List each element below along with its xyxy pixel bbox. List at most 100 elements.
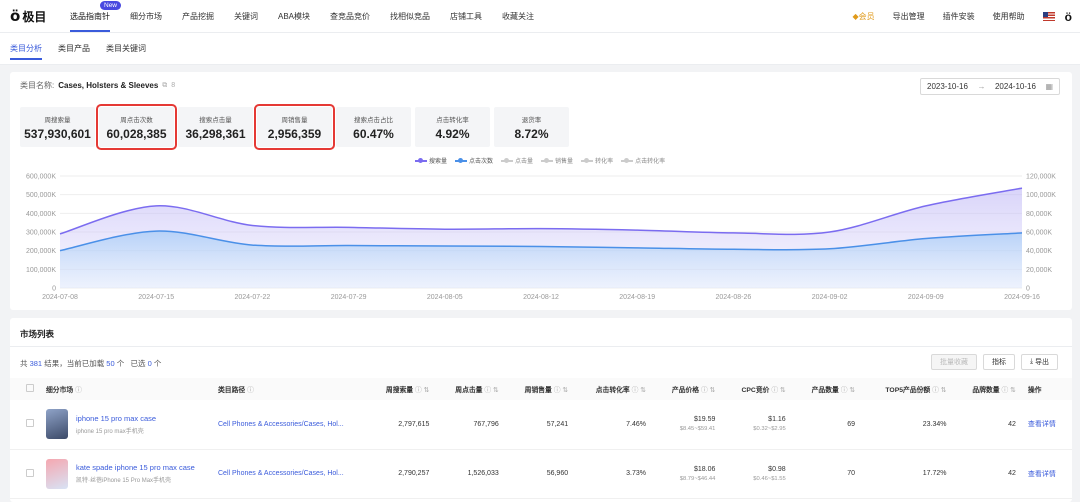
category-path-link[interactable]: Cell Phones & Accessories/Cases, Hol... [212, 400, 366, 450]
col-weekly-clicks[interactable]: 周点击量 ⓘ ⇅ [435, 378, 504, 400]
calendar-icon[interactable]: ▦ [1045, 82, 1053, 91]
metric-return-rate[interactable]: 退货率 8.72% [494, 107, 569, 147]
user-avatar[interactable]: ö [1065, 10, 1072, 24]
x-tick-label: 2024-08-12 [523, 294, 559, 301]
legend-item[interactable]: 搜索量 [415, 156, 447, 165]
logo-mark: ö [10, 7, 21, 25]
nav-item-favorites[interactable]: 收藏关注 [502, 0, 534, 32]
view-details-link[interactable]: 查看详情 [1021, 400, 1072, 450]
col-weekly-sales[interactable]: 周销售量 ⓘ ⇅ [505, 378, 574, 400]
category-value: Cases, Holsters & Sleeves [58, 81, 159, 90]
sort-icon[interactable]: ⓘ ⇅ [771, 387, 785, 394]
product-thumbnail[interactable] [46, 458, 68, 489]
col-label: 产品价格 [671, 387, 700, 394]
legend-swatch [415, 157, 427, 163]
legend-swatch [501, 157, 514, 163]
product-thumbnail[interactable] [46, 409, 68, 440]
plugin-install-link[interactable]: 插件安装 [943, 11, 975, 22]
row-checkbox[interactable] [26, 468, 34, 477]
sort-icon[interactable]: ⓘ ⇅ [841, 387, 855, 394]
metric-value: 8.72% [514, 127, 549, 141]
weekly-sales-cell: 56,960 [504, 449, 575, 499]
copy-icon[interactable]: ⧉ [162, 82, 167, 90]
sort-icon[interactable]: ⓘ ⇅ [701, 387, 715, 394]
nav-item-aba[interactable]: ABA模块 [278, 0, 310, 32]
col-click-conversion[interactable]: 点击转化率 ⓘ ⇅ [574, 378, 652, 400]
select-all-checkbox-cell[interactable] [10, 378, 40, 400]
metric-label: 点击转化率 [436, 117, 469, 124]
help-icon[interactable]: ⓘ [247, 387, 254, 394]
col-segment[interactable]: 细分市场 ⓘ [40, 378, 212, 400]
category-path-link[interactable]: Cell Phones & Accessories/Cases, Hol... [212, 449, 366, 499]
vip-link[interactable]: ◆会员 [853, 11, 875, 22]
legend-item[interactable]: 销售量 [541, 156, 573, 165]
legend-item[interactable]: 点击次数 [455, 156, 493, 165]
legend-label: 点击次数 [469, 159, 494, 165]
table-row[interactable]: kate spade iphone 15 pro max case 凯特·丝蓓i… [10, 449, 1072, 499]
export-manage-link[interactable]: 导出管理 [893, 11, 925, 22]
summary-prefix: 共 [20, 359, 28, 368]
nav-item-product-guide[interactable]: 选品指南针 New [70, 0, 122, 32]
segment-name-link[interactable]: iphone 15 pro max case [76, 414, 156, 423]
col-brand-count[interactable]: 品牌数量 ⓘ ⇅ [953, 378, 1022, 400]
app-logo[interactable]: ö 极目 [10, 7, 62, 25]
summary-mid: 结果，当前已加载 [44, 359, 105, 368]
metric-weekly-clicks[interactable]: 周点击次数 60,028,385 [96, 104, 177, 150]
sort-icon[interactable]: ⓘ ⇅ [554, 387, 568, 394]
nav-item-keywords[interactable]: 关键词 [234, 0, 258, 32]
col-product-count[interactable]: 产品数量 ⓘ ⇅ [792, 378, 861, 400]
batch-favorite-button[interactable]: 批量收藏 [930, 354, 977, 370]
col-label: 类目路径 [218, 387, 246, 394]
col-top5-share[interactable]: TOP5产品份额 ⓘ ⇅ [861, 378, 952, 400]
metrics-button[interactable]: 指标 [982, 354, 1015, 370]
col-label: TOP5产品份额 [885, 387, 931, 394]
result-total: 381 [29, 359, 43, 368]
col-label: 周点击量 [455, 387, 483, 394]
click-conversion-cell: 7.46% [574, 400, 652, 450]
segment-name-link[interactable]: kate spade iphone 15 pro max case [76, 463, 195, 472]
metric-search-click-share[interactable]: 搜索点击占比 60.47% [336, 107, 411, 147]
metric-weekly-search[interactable]: 周搜索量 537,930,601 [20, 107, 95, 147]
us-flag-icon[interactable] [1042, 12, 1055, 21]
nav-item-product-mining[interactable]: 产品挖掘 [182, 0, 214, 32]
row-checkbox-cell[interactable] [10, 400, 40, 450]
col-category-path[interactable]: 类目路径 ⓘ [212, 378, 366, 400]
nav-item-similar-products[interactable]: 找相似竞品 [390, 0, 430, 32]
nav-item-store-tools[interactable]: 店铺工具 [450, 0, 482, 32]
table-row[interactable]: iphone 15 pro max case iphone 15 pro max… [10, 400, 1072, 450]
tab-category-analysis[interactable]: 类目分析 [10, 33, 42, 64]
sub-tabs: 类目分析 类目产品 类目关键词 [0, 33, 1080, 65]
metric-click-conversion[interactable]: 点击转化率 4.92% [415, 107, 490, 147]
col-cpc[interactable]: CPC竞价 ⓘ ⇅ [721, 378, 791, 400]
row-checkbox[interactable] [26, 419, 34, 428]
x-tick-label: 2024-07-15 [138, 294, 174, 301]
date-range-picker[interactable]: 2023-10-16 → 2024-10-16 ▦ [920, 78, 1060, 95]
select-all-checkbox[interactable] [26, 384, 34, 392]
metric-search-clicks[interactable]: 搜索点击量 36,298,361 [178, 107, 253, 147]
col-price[interactable]: 产品价格 ⓘ ⇅ [652, 378, 721, 400]
sort-icon[interactable]: ⓘ ⇅ [932, 387, 946, 394]
sort-icon[interactable]: ⓘ ⇅ [484, 387, 498, 394]
export-button[interactable]: ⤓ 导出 [1020, 354, 1058, 370]
view-details-link[interactable]: 查看详情 [1021, 449, 1072, 499]
row-checkbox-cell[interactable] [10, 449, 40, 499]
tab-category-products[interactable]: 类目产品 [58, 33, 90, 64]
tab-category-keywords[interactable]: 类目关键词 [106, 33, 146, 64]
help-icon[interactable]: ⓘ [75, 387, 82, 394]
date-end[interactable]: 2024-10-16 [995, 82, 1036, 91]
col-weekly-search[interactable]: 周搜索量 ⓘ ⇅ [366, 378, 435, 400]
legend-item[interactable]: 点击量 [501, 156, 533, 165]
top-navigation: ö 极目 选品指南针 New 细分市场 产品挖掘 关键词 ABA模块 查竞品竞价… [0, 0, 1080, 33]
nav-item-competitor-bid[interactable]: 查竞品竞价 [330, 0, 370, 32]
sort-icon[interactable]: ⓘ ⇅ [1002, 387, 1016, 394]
y-left-tick-label: 0 [52, 286, 56, 293]
metric-weekly-sales[interactable]: 周销售量 2,956,359 [254, 104, 335, 150]
date-start[interactable]: 2023-10-16 [927, 82, 968, 91]
price-value: $19.59 [693, 416, 716, 424]
sort-icon[interactable]: ⓘ ⇅ [415, 387, 429, 394]
help-link[interactable]: 使用帮助 [993, 11, 1025, 22]
legend-item[interactable]: 点击转化率 [621, 156, 665, 165]
sort-icon[interactable]: ⓘ ⇅ [632, 387, 646, 394]
nav-item-segment-market[interactable]: 细分市场 [130, 0, 162, 32]
legend-item[interactable]: 转化率 [581, 156, 613, 165]
